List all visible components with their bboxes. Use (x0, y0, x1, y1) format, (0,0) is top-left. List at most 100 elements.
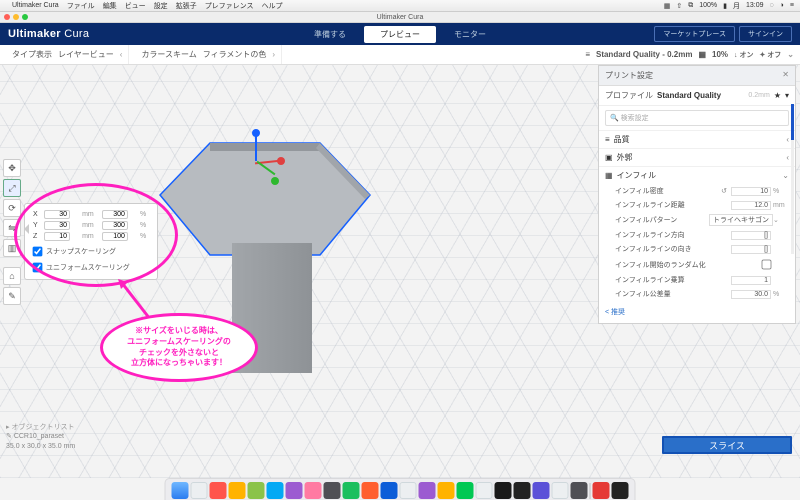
status-cloud-icon[interactable]: ▦ (664, 2, 671, 10)
signin-button[interactable]: サインイン (739, 26, 792, 42)
print-settings-panel: プリント設定 ✕ プロファイル Standard Quality 0.2mm ★… (598, 65, 796, 324)
row-infill-sparse: インフィル公差量30.0% (599, 287, 795, 301)
dock-preview[interactable] (400, 482, 417, 499)
menu-help[interactable]: ヘルプ (262, 1, 283, 11)
adhesion-off[interactable]: ✦ オフ (759, 50, 781, 60)
menu-view[interactable]: ビュー (125, 1, 146, 11)
annotation-text: ※サイズをいじる時は、 ユニフォームスケーリングの チェックを外さないと 立方体… (127, 326, 231, 367)
cat-quality[interactable]: ≡品質‹ (599, 130, 795, 148)
dock-app4[interactable] (514, 482, 531, 499)
chevron-down-icon[interactable]: ▾ (785, 91, 789, 100)
menu-settings[interactable]: 設定 (154, 1, 168, 11)
dock-messages[interactable] (248, 482, 265, 499)
menu-ext[interactable]: 拡張子 (176, 1, 197, 11)
menu-pref[interactable]: プレファレンス (205, 1, 254, 11)
chevron-left-icon[interactable]: ‹ (120, 50, 123, 59)
reset-icon[interactable]: ↺ (721, 187, 727, 195)
axis-z-icon[interactable] (252, 129, 260, 137)
viewtype-value[interactable]: レイヤービュー (58, 49, 114, 60)
settings-title: プリント設定 (605, 70, 653, 81)
dock-app3[interactable] (476, 482, 493, 499)
dock-maps[interactable] (267, 482, 284, 499)
row-infill-line-dir: インフィルライン方向[] (599, 228, 795, 242)
infill-icon: ▦ (605, 171, 613, 180)
recommend-link[interactable]: < 推奨 (605, 307, 789, 317)
infill-random-checkbox[interactable] (762, 260, 772, 270)
dock-discord[interactable] (533, 482, 550, 499)
row-infill-line-size: インフィルラインの向き[] (599, 242, 795, 256)
tool-support[interactable]: ⌂ (3, 267, 21, 285)
colorscheme-value[interactable]: フィラメントの色 (203, 49, 267, 60)
dock-drive[interactable] (552, 482, 569, 499)
status-battery[interactable]: 100% (699, 2, 717, 9)
close-icon[interactable] (4, 14, 10, 20)
mac-menubar: Ultimaker Cura ファイル 編集 ビュー 設定 拡張子 プレファレン… (0, 0, 800, 12)
tool-rotate[interactable]: ⟳ (3, 199, 21, 217)
dock-settings[interactable] (324, 482, 341, 499)
profile-label: プロファイル (605, 90, 653, 101)
infill-pct: 10% (712, 50, 728, 59)
dock-ppt[interactable] (362, 482, 379, 499)
status-siri-icon[interactable]: ◑ (780, 2, 784, 9)
dock-safari[interactable] (191, 482, 208, 499)
axis-y-icon[interactable] (271, 177, 279, 185)
status-day: 月 (733, 1, 740, 11)
cat-infill[interactable]: ▦インフィル⌄ (599, 166, 795, 184)
status-battery-icon: ▮ (723, 2, 727, 10)
infill-pattern-select[interactable]: トライヘキサゴン (709, 214, 773, 226)
infill-icon: ▦ (698, 50, 706, 59)
dock-calendar[interactable] (229, 482, 246, 499)
dock-finder[interactable] (172, 482, 189, 499)
status-spotlight-icon[interactable]: ◌ (770, 2, 774, 9)
row-infill-line-dist: インフィルライン距離12.0mm (599, 198, 795, 212)
dock-app5[interactable] (571, 482, 588, 499)
menu-file[interactable]: ファイル (67, 1, 95, 11)
chevron-right-icon[interactable]: › (272, 50, 275, 59)
tool-scale[interactable]: ⤢ (3, 179, 21, 197)
axis-x-icon[interactable] (277, 157, 285, 165)
row-infill-mult: インフィルライン乗算1 (599, 273, 795, 287)
annotation-bubble: ※サイズをいじる時は、 ユニフォームスケーリングの チェックを外さないと 立方体… (100, 313, 258, 382)
close-icon[interactable]: ✕ (782, 70, 789, 81)
dock-word[interactable] (381, 482, 398, 499)
tool-move[interactable]: ✥ (3, 159, 21, 177)
status-menu-icon[interactable]: ≡ (790, 2, 794, 9)
dock-line[interactable] (457, 482, 474, 499)
menu-app[interactable]: Ultimaker Cura (12, 2, 59, 9)
mac-dock (165, 478, 636, 500)
dock-app2[interactable] (438, 482, 455, 499)
row-infill-density: インフィル密度↺10% (599, 184, 795, 198)
window-title: Ultimaker Cura (377, 14, 424, 21)
lines-icon: ≡ (585, 50, 590, 59)
menu-edit[interactable]: 編集 (103, 1, 117, 11)
status-up-icon[interactable]: ⇧ (676, 2, 682, 10)
marketplace-button[interactable]: マーケットプレース (654, 26, 735, 42)
slice-button[interactable]: スライス (662, 436, 792, 454)
dock-cura[interactable] (612, 482, 629, 499)
support-on[interactable]: ↓ オン (734, 50, 753, 60)
chevron-down-icon[interactable]: ⌄ (787, 50, 794, 59)
search-input[interactable]: 🔍 検索設定 (605, 110, 789, 126)
quality-summary[interactable]: Standard Quality - 0.2mm (596, 50, 692, 59)
settings-scrollbar[interactable] (791, 104, 794, 254)
tool-custom[interactable]: ✎ (3, 287, 21, 305)
minimize-icon[interactable] (13, 14, 19, 20)
maximize-icon[interactable] (22, 14, 28, 20)
status-wifi-icon[interactable]: ⧉ (688, 2, 693, 10)
dock-terminal[interactable] (495, 482, 512, 499)
dock-music[interactable] (305, 482, 322, 499)
profile-value[interactable]: Standard Quality (657, 91, 744, 100)
shell-icon: ▣ (605, 153, 613, 162)
tab-preview[interactable]: プレビュー (364, 26, 436, 43)
tab-prepare[interactable]: 準備する (298, 26, 362, 43)
dock-excel[interactable] (343, 482, 360, 499)
dock-chrome[interactable] (593, 482, 610, 499)
object-info: ▸ オブジェクトリスト ✎ CCR10_paraset 35.0 x 30.0 … (6, 423, 75, 452)
dock-app1[interactable] (419, 482, 436, 499)
star-icon[interactable]: ★ (774, 91, 781, 100)
object-name[interactable]: CCR10_paraset (14, 433, 64, 440)
dock-mail[interactable] (210, 482, 227, 499)
cat-shell[interactable]: ▣外郭‹ (599, 148, 795, 166)
tab-monitor[interactable]: モニター (438, 26, 502, 43)
dock-photos[interactable] (286, 482, 303, 499)
